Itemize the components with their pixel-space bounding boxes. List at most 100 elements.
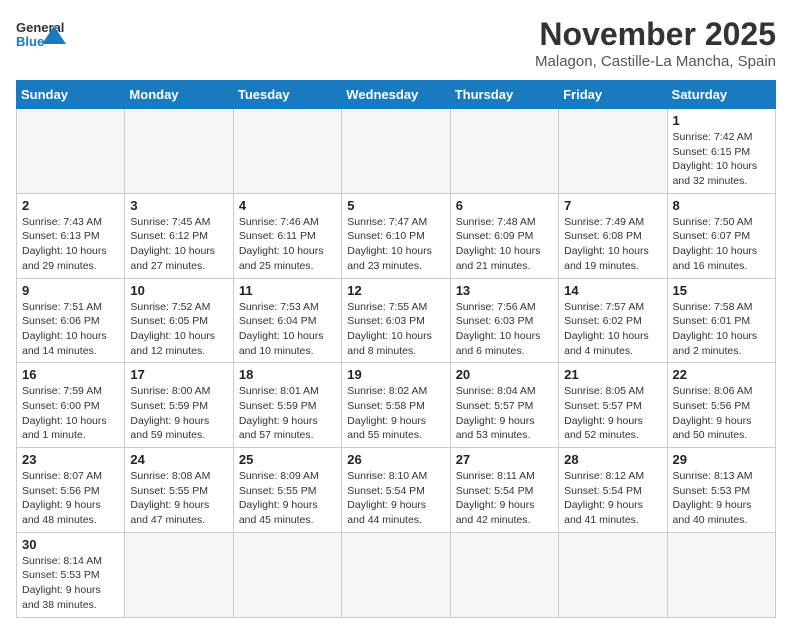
calendar-day-cell: 13Sunrise: 7:56 AM Sunset: 6:03 PM Dayli… [450, 278, 558, 363]
day-info: Sunrise: 7:48 AM Sunset: 6:09 PM Dayligh… [456, 215, 553, 274]
day-number: 21 [564, 367, 661, 382]
calendar-day-cell [233, 109, 341, 194]
day-number: 18 [239, 367, 336, 382]
month-year-title: November 2025 [535, 16, 776, 53]
day-number: 17 [130, 367, 227, 382]
day-number: 20 [456, 367, 553, 382]
calendar-day-cell [667, 532, 775, 617]
day-number: 1 [673, 113, 770, 128]
general-blue-logo-icon: General Blue [16, 16, 66, 60]
calendar-day-cell: 28 Sunrise: 8:12 AM Sunset: 5:54 PM Dayli… [559, 448, 667, 533]
calendar-day-cell: 19Sunrise: 8:02 AM Sunset: 5:58 PM Dayli… [342, 363, 450, 448]
day-info: Sunrise: 7:59 AM Sunset: 6:00 PM Dayligh… [22, 384, 119, 443]
calendar-day-cell: 7Sunrise: 7:49 AM Sunset: 6:08 PM Daylig… [559, 193, 667, 278]
weekday-header-friday: Friday [559, 81, 667, 109]
weekday-header-sunday: Sunday [17, 81, 125, 109]
day-info: Sunrise: 7:56 AM Sunset: 6:03 PM Dayligh… [456, 300, 553, 359]
calendar-table: SundayMondayTuesdayWednesdayThursdayFrid… [16, 80, 776, 618]
logo: General Blue [16, 16, 66, 60]
svg-text:Blue: Blue [16, 34, 44, 49]
calendar-day-cell: 20 Sunrise: 8:04 AM Sunset: 5:57 PM Dayli… [450, 363, 558, 448]
day-info: Sunrise: 8:05 AM Sunset: 5:57 PM Dayligh… [564, 384, 661, 443]
calendar-day-cell: 27Sunrise: 8:11 AM Sunset: 5:54 PM Dayli… [450, 448, 558, 533]
day-number: 30 [22, 537, 119, 552]
calendar-day-cell: 22 Sunrise: 8:06 AM Sunset: 5:56 PM Dayli… [667, 363, 775, 448]
calendar-day-cell [559, 532, 667, 617]
day-info: Sunrise: 8:07 AM Sunset: 5:56 PM Dayligh… [22, 469, 119, 528]
day-info: Sunrise: 7:43 AM Sunset: 6:13 PM Dayligh… [22, 215, 119, 274]
calendar-day-cell: 29Sunrise: 8:13 AM Sunset: 5:53 PM Dayli… [667, 448, 775, 533]
day-info: Sunrise: 7:57 AM Sunset: 6:02 PM Dayligh… [564, 300, 661, 359]
weekday-header-row: SundayMondayTuesdayWednesdayThursdayFrid… [17, 81, 776, 109]
calendar-day-cell: 15 Sunrise: 7:58 AM Sunset: 6:01 PM Dayli… [667, 278, 775, 363]
calendar-day-cell [125, 532, 233, 617]
calendar-day-cell: 23Sunrise: 8:07 AM Sunset: 5:56 PM Dayli… [17, 448, 125, 533]
calendar-day-cell: 12 Sunrise: 7:55 AM Sunset: 6:03 PM Dayli… [342, 278, 450, 363]
day-number: 6 [456, 198, 553, 213]
day-number: 8 [673, 198, 770, 213]
calendar-day-cell: 30 Sunrise: 8:14 AM Sunset: 5:53 PM Dayli… [17, 532, 125, 617]
day-info: Sunrise: 8:01 AM Sunset: 5:59 PM Dayligh… [239, 384, 336, 443]
day-info: Sunrise: 7:58 AM Sunset: 6:01 PM Dayligh… [673, 300, 770, 359]
calendar-week-row: 1 Sunrise: 7:42 AM Sunset: 6:15 PM Daylig… [17, 109, 776, 194]
day-info: Sunrise: 7:42 AM Sunset: 6:15 PM Dayligh… [673, 130, 770, 189]
day-info: Sunrise: 8:08 AM Sunset: 5:55 PM Dayligh… [130, 469, 227, 528]
calendar-day-cell: 18 Sunrise: 8:01 AM Sunset: 5:59 PM Dayli… [233, 363, 341, 448]
calendar-week-row: 30 Sunrise: 8:14 AM Sunset: 5:53 PM Dayli… [17, 532, 776, 617]
day-info: Sunrise: 7:52 AM Sunset: 6:05 PM Dayligh… [130, 300, 227, 359]
day-number: 25 [239, 452, 336, 467]
calendar-day-cell [17, 109, 125, 194]
calendar-day-cell: 1 Sunrise: 7:42 AM Sunset: 6:15 PM Daylig… [667, 109, 775, 194]
calendar-day-cell [233, 532, 341, 617]
calendar-day-cell: 6 Sunrise: 7:48 AM Sunset: 6:09 PM Daylig… [450, 193, 558, 278]
weekday-header-thursday: Thursday [450, 81, 558, 109]
day-info: Sunrise: 7:46 AM Sunset: 6:11 PM Dayligh… [239, 215, 336, 274]
day-number: 3 [130, 198, 227, 213]
day-info: Sunrise: 8:11 AM Sunset: 5:54 PM Dayligh… [456, 469, 553, 528]
day-number: 24 [130, 452, 227, 467]
day-info: Sunrise: 8:14 AM Sunset: 5:53 PM Dayligh… [22, 554, 119, 613]
calendar-day-cell [342, 109, 450, 194]
day-number: 16 [22, 367, 119, 382]
day-info: Sunrise: 8:10 AM Sunset: 5:54 PM Dayligh… [347, 469, 444, 528]
day-info: Sunrise: 7:50 AM Sunset: 6:07 PM Dayligh… [673, 215, 770, 274]
calendar-week-row: 23Sunrise: 8:07 AM Sunset: 5:56 PM Dayli… [17, 448, 776, 533]
calendar-day-cell: 4Sunrise: 7:46 AM Sunset: 6:11 PM Daylig… [233, 193, 341, 278]
calendar-day-cell [125, 109, 233, 194]
day-number: 19 [347, 367, 444, 382]
day-info: Sunrise: 8:06 AM Sunset: 5:56 PM Dayligh… [673, 384, 770, 443]
day-number: 28 [564, 452, 661, 467]
day-info: Sunrise: 7:51 AM Sunset: 6:06 PM Dayligh… [22, 300, 119, 359]
calendar-day-cell: 21 Sunrise: 8:05 AM Sunset: 5:57 PM Dayli… [559, 363, 667, 448]
calendar-day-cell: 2 Sunrise: 7:43 AM Sunset: 6:13 PM Daylig… [17, 193, 125, 278]
calendar-day-cell: 17 Sunrise: 8:00 AM Sunset: 5:59 PM Dayli… [125, 363, 233, 448]
day-info: Sunrise: 7:45 AM Sunset: 6:12 PM Dayligh… [130, 215, 227, 274]
day-number: 22 [673, 367, 770, 382]
day-number: 12 [347, 283, 444, 298]
day-info: Sunrise: 8:12 AM Sunset: 5:54 PM Dayligh… [564, 469, 661, 528]
day-info: Sunrise: 8:04 AM Sunset: 5:57 PM Dayligh… [456, 384, 553, 443]
day-number: 2 [22, 198, 119, 213]
day-number: 10 [130, 283, 227, 298]
day-number: 11 [239, 283, 336, 298]
day-info: Sunrise: 7:55 AM Sunset: 6:03 PM Dayligh… [347, 300, 444, 359]
day-number: 5 [347, 198, 444, 213]
calendar-day-cell [450, 532, 558, 617]
weekday-header-monday: Monday [125, 81, 233, 109]
day-number: 26 [347, 452, 444, 467]
day-info: Sunrise: 8:09 AM Sunset: 5:55 PM Dayligh… [239, 469, 336, 528]
calendar-day-cell: 14 Sunrise: 7:57 AM Sunset: 6:02 PM Dayli… [559, 278, 667, 363]
day-info: Sunrise: 8:00 AM Sunset: 5:59 PM Dayligh… [130, 384, 227, 443]
calendar-day-cell: 26 Sunrise: 8:10 AM Sunset: 5:54 PM Dayli… [342, 448, 450, 533]
location-subtitle: Malagon, Castille-La Mancha, Spain [535, 53, 776, 70]
day-number: 9 [22, 283, 119, 298]
calendar-week-row: 16 Sunrise: 7:59 AM Sunset: 6:00 PM Dayli… [17, 363, 776, 448]
calendar-day-cell: 5Sunrise: 7:47 AM Sunset: 6:10 PM Daylig… [342, 193, 450, 278]
day-number: 29 [673, 452, 770, 467]
day-info: Sunrise: 7:53 AM Sunset: 6:04 PM Dayligh… [239, 300, 336, 359]
day-number: 15 [673, 283, 770, 298]
calendar-day-cell: 3 Sunrise: 7:45 AM Sunset: 6:12 PM Daylig… [125, 193, 233, 278]
calendar-day-cell: 25 Sunrise: 8:09 AM Sunset: 5:55 PM Dayli… [233, 448, 341, 533]
day-number: 14 [564, 283, 661, 298]
calendar-day-cell: 24 Sunrise: 8:08 AM Sunset: 5:55 PM Dayli… [125, 448, 233, 533]
